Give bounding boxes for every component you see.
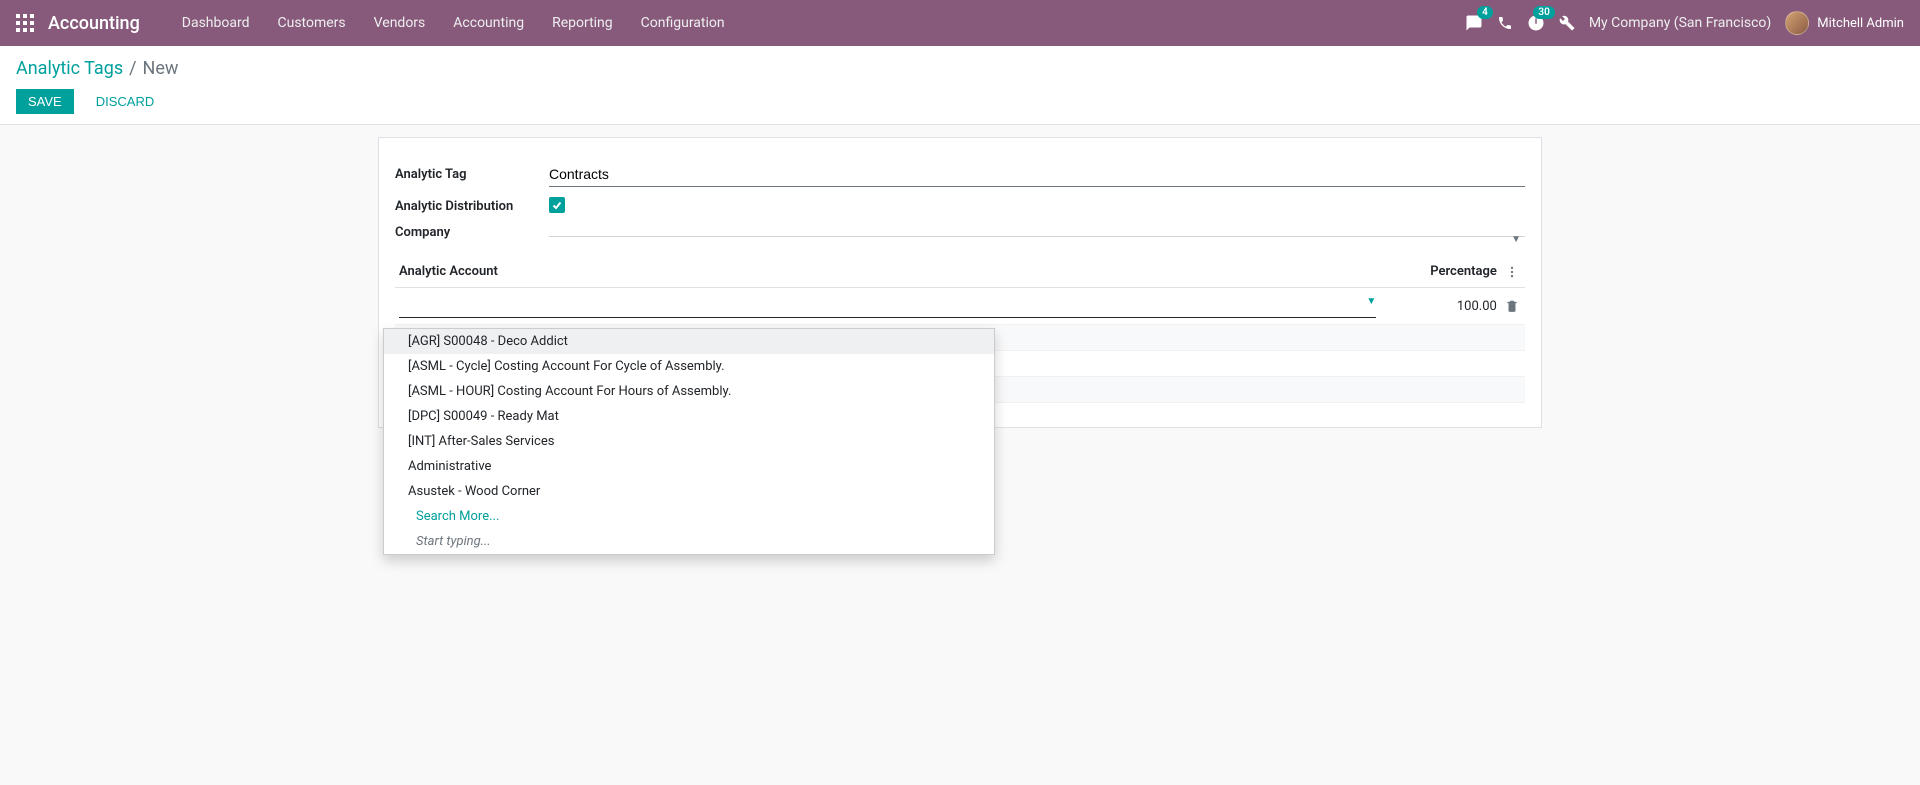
nav-item-dashboard[interactable]: Dashboard [168, 0, 264, 46]
nav-item-reporting[interactable]: Reporting [538, 0, 627, 46]
discard-button[interactable]: DISCARD [84, 89, 167, 114]
dropdown-start-typing[interactable]: Start typing... [384, 529, 994, 554]
column-options-icon[interactable] [1501, 256, 1525, 288]
input-analytic-account[interactable] [399, 294, 1376, 318]
table-row: ▼ 100.00 [395, 288, 1525, 325]
nav-item-configuration[interactable]: Configuration [627, 0, 739, 46]
input-analytic-tag[interactable] [549, 162, 1525, 187]
app-brand[interactable]: Accounting [48, 13, 140, 34]
cell-percentage[interactable]: 100.00 [1380, 288, 1501, 325]
activities-icon[interactable]: 30 [1527, 14, 1545, 32]
dropdown-option[interactable]: Administrative [384, 454, 994, 479]
delete-row-icon[interactable] [1501, 288, 1525, 325]
label-analytic-distribution: Analytic Distribution [395, 199, 549, 214]
nav-item-accounting[interactable]: Accounting [439, 0, 538, 46]
checkbox-analytic-distribution[interactable] [549, 197, 565, 213]
label-company: Company [395, 225, 549, 240]
user-name: Mitchell Admin [1817, 16, 1904, 31]
messages-badge: 4 [1477, 6, 1493, 19]
dropdown-search-more[interactable]: Search More... [384, 504, 994, 529]
nav-item-vendors[interactable]: Vendors [360, 0, 440, 46]
dropdown-option[interactable]: [ASML - Cycle] Costing Account For Cycle… [384, 354, 994, 379]
col-percentage: Percentage [1380, 256, 1501, 288]
analytic-account-dropdown: [AGR] S00048 - Deco Addict [ASML - Cycle… [383, 328, 995, 555]
user-menu[interactable]: Mitchell Admin [1785, 11, 1904, 35]
label-analytic-tag: Analytic Tag [395, 167, 549, 182]
dropdown-option[interactable]: [DPC] S00049 - Ready Mat [384, 404, 994, 429]
nav-item-customers[interactable]: Customers [264, 0, 360, 46]
dropdown-option[interactable]: [ASML - HOUR] Costing Account For Hours … [384, 379, 994, 404]
breadcrumb-parent[interactable]: Analytic Tags [16, 58, 123, 79]
form-sheet: Analytic Tag Analytic Distribution Compa… [378, 137, 1542, 428]
chevron-down-icon: ▼ [1511, 234, 1521, 245]
breadcrumb: Analytic Tags / New [16, 58, 1904, 79]
company-selector[interactable]: My Company (San Francisco) [1589, 15, 1771, 31]
activities-badge: 30 [1533, 6, 1554, 19]
input-company[interactable]: ▼ [549, 228, 1525, 237]
nav-menu: Dashboard Customers Vendors Accounting R… [168, 0, 739, 46]
col-analytic-account: Analytic Account [395, 256, 1380, 288]
dropdown-option[interactable]: [INT] After-Sales Services [384, 429, 994, 454]
breadcrumb-sep: / [129, 58, 136, 79]
avatar [1785, 11, 1809, 35]
dropdown-option[interactable]: Asustek - Wood Corner [384, 479, 994, 504]
main-navbar: Accounting Dashboard Customers Vendors A… [0, 0, 1920, 46]
messages-icon[interactable]: 4 [1465, 14, 1483, 32]
action-buttons: SAVE DISCARD [16, 89, 1904, 114]
apps-icon[interactable] [16, 14, 34, 32]
save-button[interactable]: SAVE [16, 89, 74, 114]
navbar-right: 4 30 My Company (San Francisco) Mitchell… [1465, 11, 1904, 35]
debug-icon[interactable] [1559, 15, 1575, 31]
breadcrumb-current: New [143, 58, 179, 79]
dropdown-option[interactable]: [AGR] S00048 - Deco Addict [384, 329, 994, 354]
phone-icon[interactable] [1497, 15, 1513, 31]
control-panel: Analytic Tags / New SAVE DISCARD [0, 46, 1920, 125]
